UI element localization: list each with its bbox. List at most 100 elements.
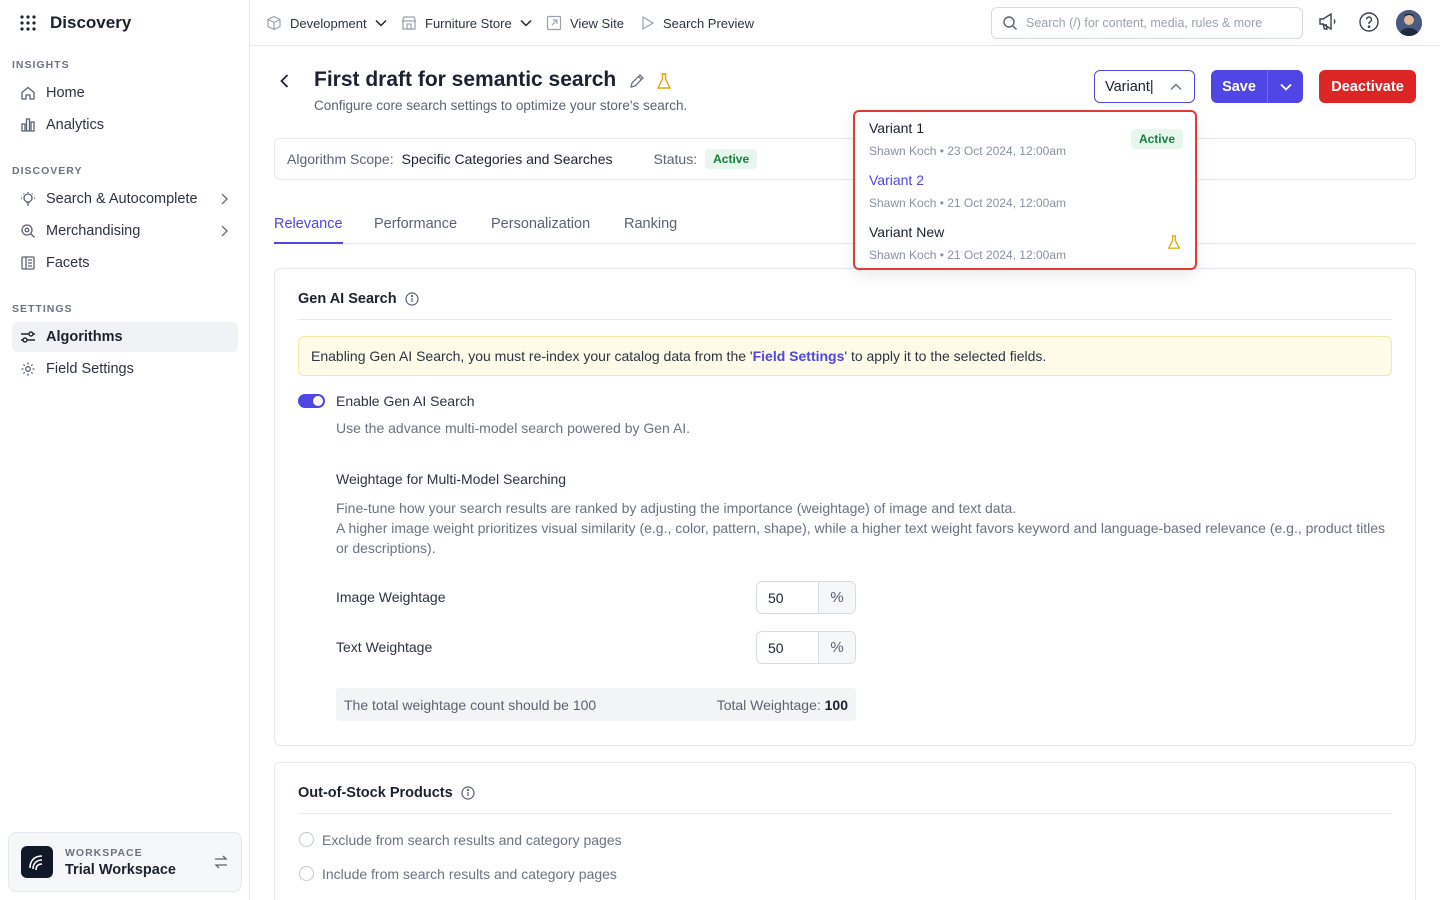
out-of-stock-title-row: Out-of-Stock Products xyxy=(298,785,475,801)
sidebar-item-analytics[interactable]: Analytics xyxy=(12,110,238,140)
radio-include-label: Include from search results and category… xyxy=(322,866,617,882)
text-weightage-value[interactable]: 50 xyxy=(757,632,819,663)
tab-personalization[interactable]: Personalization xyxy=(491,216,590,244)
chevron-down-icon xyxy=(375,19,387,27)
toggle-description: Use the advance multi-model search power… xyxy=(336,420,691,436)
total-value: 100 xyxy=(824,696,848,713)
workspace-name: Trial Workspace xyxy=(65,861,176,878)
edit-pencil-icon[interactable] xyxy=(628,72,646,90)
deactivate-button[interactable]: Deactivate xyxy=(1319,70,1416,103)
save-button-group: Save xyxy=(1211,70,1303,103)
gen-ai-title-row: Gen AI Search xyxy=(298,291,419,307)
gen-ai-title: Gen AI Search xyxy=(298,291,397,307)
sidebar: Discovery INSIGHTS Home Analytics DISCOV… xyxy=(0,0,250,900)
workspace-label: WORKSPACE xyxy=(65,846,143,859)
app-title: Discovery xyxy=(50,13,132,32)
text-weightage-label: Text Weightage xyxy=(336,639,433,655)
radio-exclude[interactable] xyxy=(299,832,314,847)
sidebar-item-label: Field Settings xyxy=(46,361,134,377)
scope-value: Specific Categories and Searches xyxy=(401,151,613,167)
weightage-title: Weightage for Multi-Model Searching xyxy=(336,471,567,487)
switch-icon[interactable] xyxy=(213,854,229,870)
status-label: Status: xyxy=(653,151,698,167)
percent-suffix: % xyxy=(819,582,855,613)
weightage-description-line: A higher image weight prioritizes visual… xyxy=(336,520,1385,556)
out-of-stock-card: Out-of-Stock Products Exclude from searc… xyxy=(274,762,1416,900)
global-search[interactable] xyxy=(991,7,1303,39)
avatar[interactable] xyxy=(1396,10,1422,36)
page-subtitle: Configure core search settings to optimi… xyxy=(314,98,688,113)
environment-selector[interactable]: Development xyxy=(266,12,387,34)
enable-gen-ai-toggle[interactable] xyxy=(298,394,325,408)
info-icon[interactable] xyxy=(461,786,475,800)
variant-option-meta: Shawn Koch • 21 Oct 2024, 12:00am xyxy=(869,248,1066,262)
workspace-logo xyxy=(21,846,53,878)
app-grid-icon[interactable] xyxy=(20,15,36,31)
search-input[interactable] xyxy=(1026,16,1296,30)
chevron-down-icon xyxy=(1279,83,1292,91)
toggle-label: Enable Gen AI Search xyxy=(336,393,475,409)
sidebar-item-label: Algorithms xyxy=(46,329,123,345)
algorithm-scope-bar: Algorithm Scope: Specific Categories and… xyxy=(274,138,1416,180)
section-insights: INSIGHTS xyxy=(12,59,70,71)
merch-icon xyxy=(20,223,36,239)
out-of-stock-title: Out-of-Stock Products xyxy=(298,785,453,801)
view-site-link[interactable]: View Site xyxy=(546,12,624,34)
megaphone-icon[interactable] xyxy=(1318,11,1338,33)
store-selector[interactable]: Furniture Store xyxy=(401,12,532,34)
back-arrow-icon[interactable] xyxy=(276,72,294,90)
search-icon xyxy=(1002,15,1018,31)
text-weightage-input[interactable]: 50 % xyxy=(756,631,856,664)
field-settings-link[interactable]: Field Settings xyxy=(753,348,845,364)
image-weightage-input[interactable]: 50 % xyxy=(756,581,856,614)
radio-include[interactable] xyxy=(299,866,314,881)
image-weightage-value[interactable]: 50 xyxy=(757,582,819,613)
gear-icon xyxy=(20,361,36,377)
chevron-right-icon xyxy=(220,225,228,237)
variant-option[interactable]: Variant 1 Shawn Koch • 23 Oct 2024, 12:0… xyxy=(869,120,1183,166)
cube-icon xyxy=(266,15,282,31)
weightage-description: Fine-tune how your search results are ra… xyxy=(336,498,1386,558)
store-label: Furniture Store xyxy=(425,15,512,31)
save-button[interactable]: Save xyxy=(1211,70,1268,103)
environment-label: Development xyxy=(290,15,367,31)
tab-performance[interactable]: Performance xyxy=(374,216,457,244)
flask-icon xyxy=(656,72,672,90)
sidebar-item-label: Merchandising xyxy=(46,223,141,239)
notice-text-post: ' to apply it to the selected fields. xyxy=(844,348,1047,364)
divider xyxy=(298,813,1392,814)
workspace-switcher[interactable]: WORKSPACE Trial Workspace xyxy=(8,832,242,892)
flask-icon xyxy=(1167,234,1181,250)
help-icon[interactable] xyxy=(1358,11,1380,33)
sidebar-item-home[interactable]: Home xyxy=(12,78,238,108)
analytics-icon xyxy=(20,117,36,133)
scope-label: Algorithm Scope: xyxy=(287,151,394,167)
sidebar-item-algorithms[interactable]: Algorithms xyxy=(12,322,238,352)
search-preview-link[interactable]: Search Preview xyxy=(639,12,754,34)
sidebar-item-label: Search & Autocomplete xyxy=(46,191,198,207)
section-discovery: DISCOVERY xyxy=(12,165,83,177)
variant-select[interactable]: Variant| xyxy=(1094,70,1195,103)
facets-icon xyxy=(20,255,36,271)
variant-dropdown: Variant 1 Shawn Koch • 23 Oct 2024, 12:0… xyxy=(853,110,1197,270)
total-label: Total Weightage: xyxy=(716,696,821,713)
sidebar-item-label: Home xyxy=(46,85,85,101)
bulb-icon xyxy=(20,191,36,207)
variant-option[interactable]: Variant 2 Shawn Koch • 21 Oct 2024, 12:0… xyxy=(869,172,1183,218)
sidebar-item-facets[interactable]: Facets xyxy=(12,248,238,278)
sidebar-item-merchandising[interactable]: Merchandising xyxy=(12,216,238,246)
variant-select-value[interactable]: Variant| xyxy=(1105,79,1154,95)
gen-ai-search-card: Gen AI Search Enabling Gen AI Search, yo… xyxy=(274,268,1416,746)
variant-option[interactable]: Variant New Shawn Koch • 21 Oct 2024, 12… xyxy=(869,224,1183,270)
save-options-button[interactable] xyxy=(1268,70,1303,103)
search-preview-label: Search Preview xyxy=(663,15,755,31)
sidebar-item-field-settings[interactable]: Field Settings xyxy=(12,354,238,384)
tab-ranking[interactable]: Ranking xyxy=(624,216,677,244)
top-bar: Development Furniture Store View Site Se… xyxy=(250,0,1440,46)
tab-relevance[interactable]: Relevance xyxy=(274,216,343,244)
total-weightage-bar: The total weightage count should be 100 … xyxy=(336,688,856,721)
page-title: First draft for semantic search xyxy=(314,68,617,91)
info-icon[interactable] xyxy=(404,292,419,306)
sidebar-item-search-autocomplete[interactable]: Search & Autocomplete xyxy=(12,184,238,214)
weightage-description-line: Fine-tune how your search results are ra… xyxy=(336,500,1017,516)
